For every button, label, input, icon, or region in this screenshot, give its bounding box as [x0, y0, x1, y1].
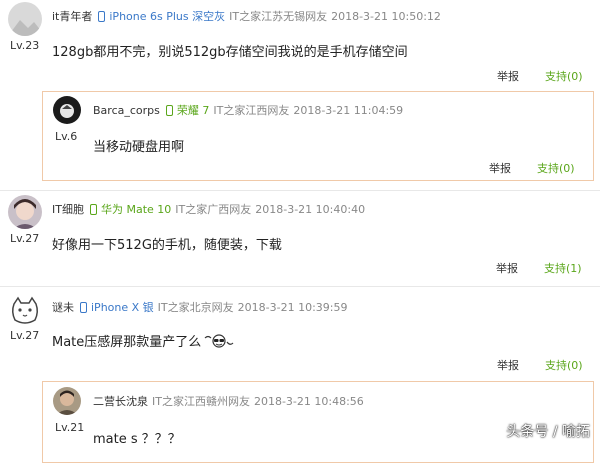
source-label: IT之家江西赣州网友: [152, 395, 250, 408]
divider: [0, 286, 600, 287]
phone-icon: [98, 11, 106, 22]
timestamp: 2018-3-21 10:48:56: [253, 395, 364, 408]
report-button[interactable]: 举报: [497, 70, 519, 83]
username[interactable]: IT细胞: [52, 203, 84, 216]
username[interactable]: 二营长沈泉: [93, 395, 148, 408]
support-button[interactable]: 支持(0): [545, 359, 583, 372]
timestamp: 2018-3-21 11:04:59: [293, 104, 404, 117]
support-button[interactable]: 支持(0): [537, 162, 575, 175]
support-button[interactable]: 支持(0): [545, 70, 583, 83]
user-level: Lv.23: [10, 39, 40, 52]
username[interactable]: it青年者: [52, 10, 92, 23]
device-label: iPhone X 银: [80, 301, 154, 314]
report-button[interactable]: 举报: [497, 359, 519, 372]
avatar[interactable]: [8, 2, 42, 36]
watermark: 头条号 / 喻拓: [506, 424, 590, 440]
avatar[interactable]: [53, 96, 81, 124]
device-label: iPhone 6s Plus 深空灰: [98, 10, 225, 23]
username[interactable]: 谜未: [52, 301, 74, 314]
report-button[interactable]: 举报: [496, 262, 518, 275]
comment-text: 好像用一下512G的手机，随便装，下载: [52, 238, 282, 253]
cool-face-emoji-icon: [204, 334, 234, 352]
phone-icon: [80, 302, 87, 313]
timestamp: 2018-3-21 10:40:40: [255, 203, 366, 216]
user-level: Lv.27: [10, 329, 40, 342]
source-label: IT之家广西网友: [175, 203, 252, 216]
avatar[interactable]: [8, 294, 42, 328]
report-button[interactable]: 举报: [489, 162, 511, 175]
timestamp: 2018-3-21 10:39:59: [237, 301, 348, 314]
comment-text: 128gb都用不完，别说512gb存储空间我说的是手机存储空间: [52, 45, 408, 60]
comment-text: Mate压感屏那款量产了么: [52, 331, 234, 352]
avatar[interactable]: [53, 387, 81, 415]
source-label: IT之家江苏无锡网友: [229, 10, 328, 23]
source-label: IT之家江西网友: [213, 104, 290, 117]
reply-box: Lv.6 Barca_corps 荣耀 7 IT之家江西网友 2018-3-21 11…: [42, 91, 594, 181]
device-label: 荣耀 7: [165, 104, 209, 117]
divider: [0, 190, 600, 191]
avatar[interactable]: [8, 195, 42, 229]
support-button[interactable]: 支持(1): [544, 262, 582, 275]
timestamp: 2018-3-21 10:50:12: [331, 10, 441, 23]
user-level: Lv.6: [55, 130, 78, 143]
phone-icon: [165, 105, 173, 116]
device-label: 华为 Mate 10: [89, 203, 171, 216]
source-label: IT之家北京网友: [157, 301, 234, 314]
username[interactable]: Barca_corps: [93, 104, 160, 117]
user-level: Lv.27: [10, 232, 40, 245]
user-level: Lv.21: [55, 421, 85, 434]
reply-text: 当移动硬盘用啊: [93, 140, 185, 155]
phone-icon: [89, 204, 97, 215]
reply-text: mate s ？？？: [93, 432, 181, 447]
